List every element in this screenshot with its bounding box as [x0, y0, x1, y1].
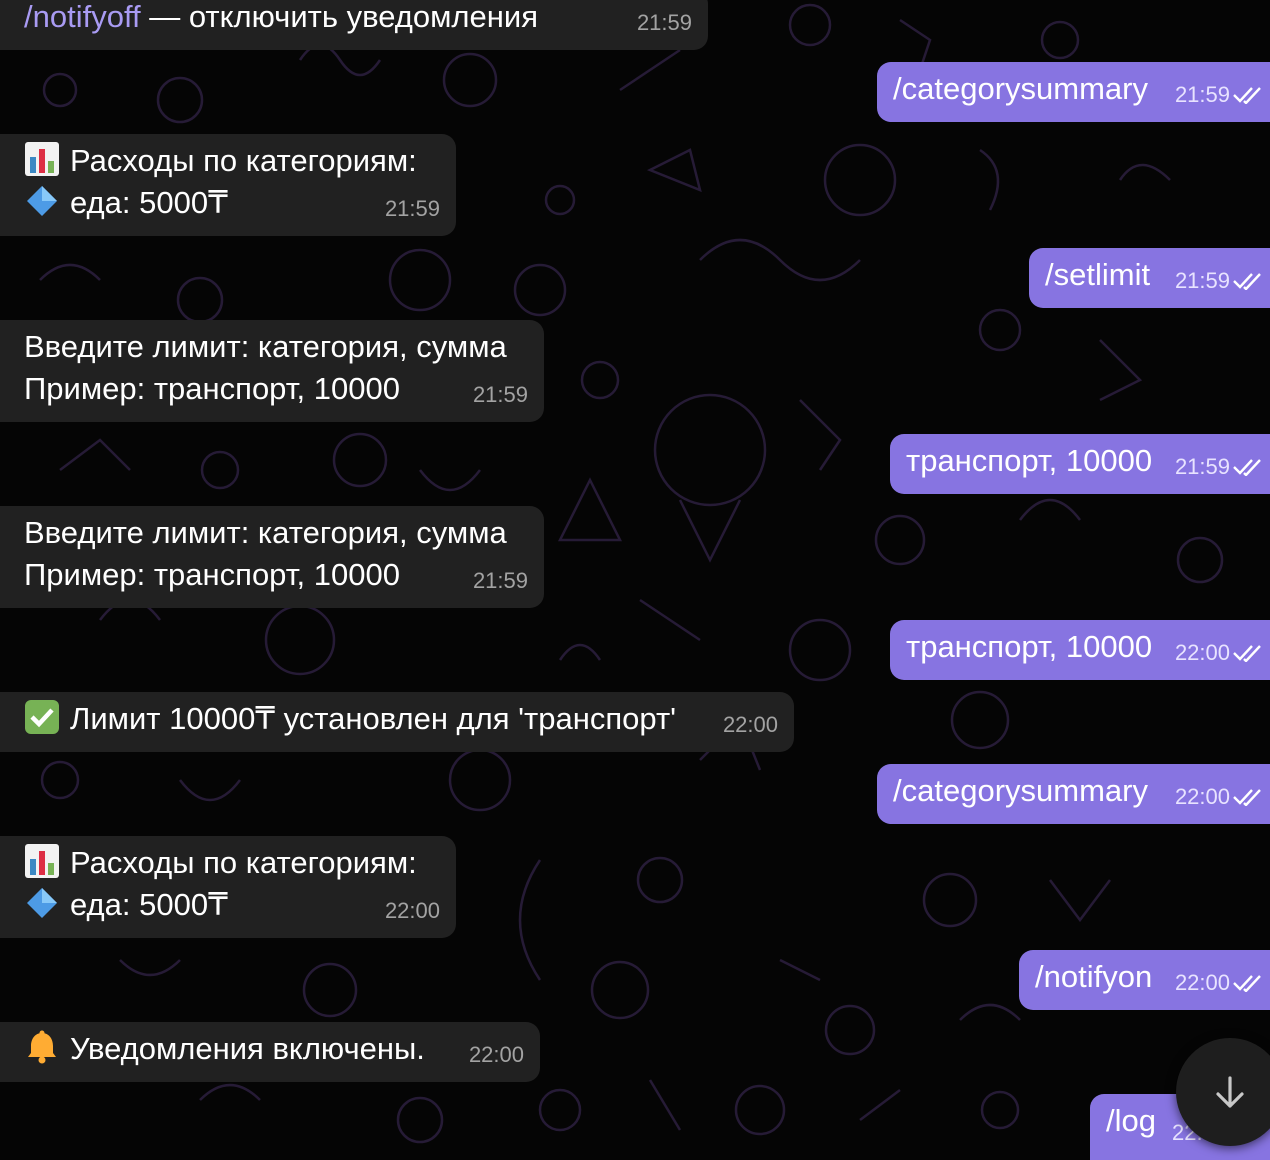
command-link[interactable]: /notifyoff: [24, 0, 141, 34]
message-text: — отключить уведомления: [140, 0, 538, 34]
message-text: Пример: транспорт, 10000: [24, 371, 400, 406]
incoming-message: Расходы по категориям: еда: 5000₸ 22:00: [0, 836, 456, 938]
message-time: 21:59: [1174, 268, 1230, 293]
message-time: 21:59: [1174, 454, 1230, 479]
message-text: еда: 5000₸: [70, 185, 228, 220]
message-text: Введите лимит: категория, сумма: [24, 329, 507, 364]
outgoing-message: /setlimit 21:59: [1029, 248, 1270, 308]
incoming-message: Введите лимит: категория, сумма Пример: …: [0, 506, 544, 608]
double-check-icon: [1233, 789, 1261, 806]
outgoing-message: транспорт, 10000 21:59: [890, 434, 1270, 494]
incoming-message: Расходы по категориям: еда: 5000₸ 21:59: [0, 134, 456, 236]
double-check-icon: [1233, 87, 1261, 104]
incoming-message: Лимит 10000₸ установлен для 'транспорт' …: [0, 692, 794, 752]
message-text: Расходы по категориям:: [70, 143, 417, 178]
message-text: Лимит 10000₸ установлен для 'транспорт': [70, 701, 677, 736]
message-time: 22:00: [1174, 784, 1230, 809]
double-check-icon: [1233, 975, 1261, 992]
outgoing-message: /categorysummary 21:59: [877, 62, 1270, 122]
message-time: 22:00: [468, 1042, 524, 1067]
blue-diamond-emoji: [27, 888, 57, 918]
message-time: 21:59: [636, 10, 692, 35]
message-time: 21:59: [1174, 82, 1230, 107]
bell-emoji: [28, 1030, 56, 1064]
message-time: 21:59: [384, 196, 440, 221]
message-time: 22:00: [384, 898, 440, 923]
double-check-icon: [1233, 273, 1261, 290]
message-text: Уведомления включены.: [70, 1031, 425, 1066]
message-time: 22:00: [1174, 640, 1230, 665]
message-time: 21:59: [472, 382, 528, 407]
incoming-message: Введите лимит: категория, сумма Пример: …: [0, 320, 544, 422]
blue-diamond-emoji: [27, 186, 57, 216]
outgoing-message: /categorysummary 22:00: [877, 764, 1270, 824]
check-mark-emoji: [25, 700, 59, 734]
message-time: 22:00: [722, 712, 778, 737]
outgoing-message: транспорт, 10000 22:00: [890, 620, 1270, 680]
incoming-message: /notifyoff — отключить уведомления 21:59: [0, 0, 708, 50]
double-check-icon: [1233, 645, 1261, 662]
message-time: 22:00: [1174, 970, 1230, 995]
incoming-message: Уведомления включены. 22:00: [0, 1022, 540, 1082]
bar-chart-emoji: [25, 142, 59, 176]
message-text: еда: 5000₸: [70, 887, 228, 922]
message-text: Введите лимит: категория, сумма: [24, 515, 507, 550]
outgoing-message: /notifyon 22:00: [1019, 950, 1270, 1010]
bar-chart-emoji: [25, 844, 59, 878]
message-text: Расходы по категориям:: [70, 845, 417, 880]
arrow-down-icon: [1216, 1076, 1244, 1108]
message-text: Пример: транспорт, 10000: [24, 557, 400, 592]
double-check-icon: [1233, 459, 1261, 476]
message-time: 21:59: [472, 568, 528, 593]
